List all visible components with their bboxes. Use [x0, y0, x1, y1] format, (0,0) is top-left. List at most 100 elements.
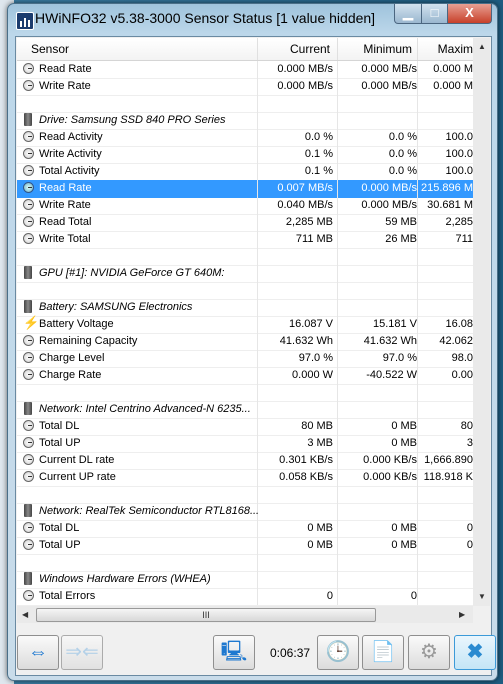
current-value: 0.000 W — [292, 369, 333, 381]
minimize-button[interactable]: ▁ — [394, 4, 422, 24]
minimum-value: 0 MB — [391, 437, 417, 449]
clock-icon — [23, 335, 34, 346]
clock-icon — [23, 216, 34, 227]
current-value: 41.632 Wh — [279, 335, 333, 347]
column-sensor[interactable]: Sensor — [31, 42, 69, 56]
collapse-arrows-icon: ⇒⇐ — [65, 641, 99, 663]
sensor-row[interactable]: Total Errors 0 0 — [17, 588, 473, 606]
sensor-group-header[interactable]: Battery: SAMSUNG Electronics — [17, 299, 473, 317]
clock-icon — [23, 454, 34, 465]
maximize-button[interactable]: □ — [421, 4, 448, 24]
sensor-row[interactable]: Remaining Capacity 41.632 Wh 41.632 Wh 42.0… — [17, 333, 473, 351]
minimum-value: 0.000 MB/s — [361, 199, 417, 211]
sensor-group-header[interactable]: Network: RealTek Semiconductor RTL8168..… — [17, 503, 473, 521]
maximum-value: 1,666.890 — [424, 454, 473, 466]
sensor-label: Read Activity — [39, 131, 103, 143]
scroll-up-arrow[interactable]: ▲ — [478, 42, 486, 51]
sensor-list: Sensor Current Minimum Maxim Read Rate 0.… — [17, 38, 473, 606]
current-value: 0.058 KB/s — [279, 471, 333, 483]
sensor-row[interactable]: Write Rate 0.000 MB/s 0.000 MB/s 0.000 M — [17, 78, 473, 96]
sensor-row[interactable]: Read Rate 0.007 MB/s 0.000 MB/s 215.896 M — [17, 180, 473, 198]
clock-icon — [23, 80, 34, 91]
sensor-row[interactable]: Write Activity 0.1 % 0.0 % 100.0 — [17, 146, 473, 164]
expand-arrows-icon: ⇔ — [28, 641, 48, 663]
logging-button[interactable]: 📄 — [362, 635, 404, 670]
sensor-row[interactable]: Total DL 80 MB 0 MB 80 — [17, 418, 473, 436]
sensor-row[interactable]: Charge Level 97.0 % 97.0 % 98.0 — [17, 350, 473, 368]
sensor-group-header[interactable]: Network: Intel Centrino Advanced-N 6235.… — [17, 401, 473, 419]
toolbar: ⇔ ⇒⇐ 🖳 0:06:37 🕒 📄 ⚙ ✖ — [16, 627, 496, 675]
sensor-label: Current UP rate — [39, 471, 116, 483]
maximum-value: 711 — [455, 233, 473, 245]
minimum-value: 0.000 KB/s — [363, 471, 417, 483]
sensor-label: Total Activity — [39, 165, 100, 177]
sensor-label: Total DL — [39, 420, 80, 432]
vertical-scrollbar[interactable]: ▲ ▼ — [473, 38, 490, 606]
sensor-row[interactable]: ⚡ Battery Voltage 16.087 V 15.181 V 16.08 — [17, 315, 473, 334]
sensor-row[interactable]: Total DL 0 MB 0 MB 0 — [17, 520, 473, 538]
sensor-row[interactable]: Write Total 711 MB 26 MB 711 — [17, 231, 473, 249]
sensor-row[interactable]: Write Rate 0.040 MB/s 0.000 MB/s 30.681 M — [17, 197, 473, 215]
sensor-label: Write Rate — [39, 199, 91, 211]
sensor-label: Remaining Capacity — [39, 335, 138, 347]
scroll-right-arrow[interactable]: ▶ — [459, 610, 465, 619]
add-report-icon: 📄 — [370, 641, 396, 663]
settings-button[interactable]: ⚙ — [408, 635, 450, 670]
sensor-row[interactable]: Total Activity 0.1 % 0.0 % 100.0 — [17, 163, 473, 181]
current-value: 0 — [326, 590, 333, 602]
column-minimum[interactable]: Minimum — [337, 42, 412, 56]
current-value: 0.000 MB/s — [277, 80, 333, 92]
network-button[interactable]: 🖳 — [213, 635, 255, 670]
maximum-value: 0 — [466, 522, 473, 534]
sensor-row[interactable]: Read Activity 0.0 % 0.0 % 100.0 — [17, 129, 473, 147]
sensor-row[interactable]: Current UP rate 0.058 KB/s 0.000 KB/s 118.9… — [17, 469, 473, 487]
scroll-left-arrow[interactable]: ◀ — [22, 610, 28, 619]
horizontal-scrollbar[interactable]: ◀ III ▶ — [17, 606, 473, 623]
minimum-value: -40.522 W — [366, 369, 417, 381]
maximum-value: 98.0 — [451, 352, 473, 364]
minimum-value: 26 MB — [385, 233, 417, 245]
maximum-value — [417, 588, 473, 605]
chip-icon — [24, 113, 32, 126]
sensor-row[interactable]: Read Rate 0.000 MB/s 0.000 MB/s 0.000 M — [17, 61, 473, 79]
scroll-down-arrow[interactable]: ▼ — [478, 592, 486, 601]
sensor-group-header[interactable]: Windows Hardware Errors (WHEA) — [17, 571, 473, 589]
bolt-icon: ⚡ — [23, 315, 40, 330]
sensor-row[interactable]: Total UP 3 MB 0 MB 3 — [17, 435, 473, 453]
close-button[interactable]: X — [447, 4, 492, 24]
sensor-group-header[interactable]: GPU [#1]: NVIDIA GeForce GT 640M: — [17, 265, 473, 283]
blank-row — [17, 486, 473, 504]
clock-icon — [23, 522, 34, 533]
sensor-label: Charge Rate — [39, 369, 102, 381]
minimum-value: 0.000 MB/s — [361, 80, 417, 92]
minimum-value: 0.000 KB/s — [363, 454, 417, 466]
current-value: 0.007 MB/s — [277, 182, 333, 194]
sensor-label: Total UP — [39, 539, 81, 551]
minimum-value: 0.0 % — [388, 165, 417, 177]
maximum-value: 0.000 M — [433, 80, 473, 92]
sensor-label: Write Total — [39, 233, 91, 245]
current-value: 0.000 MB/s — [277, 63, 333, 75]
collapse-button[interactable]: ⇒⇐ — [61, 635, 103, 670]
clock-icon — [23, 131, 34, 142]
clock-icon — [23, 539, 34, 550]
window: HWiNFO32 v5.38-3000 Sensor Status [1 val… — [7, 3, 498, 681]
column-current[interactable]: Current — [257, 42, 330, 56]
maximum-value: 80 — [460, 420, 473, 432]
column-maximum[interactable]: Maxim — [417, 42, 473, 56]
sensor-row[interactable]: Current DL rate 0.301 KB/s 0.000 KB/s 1,666… — [17, 452, 473, 470]
scrollbar-thumb[interactable]: III — [36, 608, 376, 622]
sensor-row[interactable]: Total UP 0 MB 0 MB 0 — [17, 537, 473, 555]
minimum-value: 41.632 Wh — [363, 335, 417, 347]
sensor-row[interactable]: Read Total 2,285 MB 59 MB 2,285 — [17, 214, 473, 232]
sensor-group-header[interactable]: Drive: Samsung SSD 840 PRO Series — [17, 112, 473, 130]
minimum-value: 0.0 % — [388, 148, 417, 160]
chip-icon — [24, 300, 32, 313]
close-sensors-button[interactable]: ✖ — [454, 635, 496, 670]
expand-button[interactable]: ⇔ — [17, 635, 59, 670]
reset-clock-button[interactable]: 🕒 — [317, 635, 359, 670]
maximum-value: 30.681 M — [427, 199, 473, 211]
sensor-row[interactable]: Charge Rate 0.000 W -40.522 W 0.00 — [17, 367, 473, 385]
clock-icon — [23, 233, 34, 244]
network-computers-icon: 🖳 — [220, 641, 248, 663]
